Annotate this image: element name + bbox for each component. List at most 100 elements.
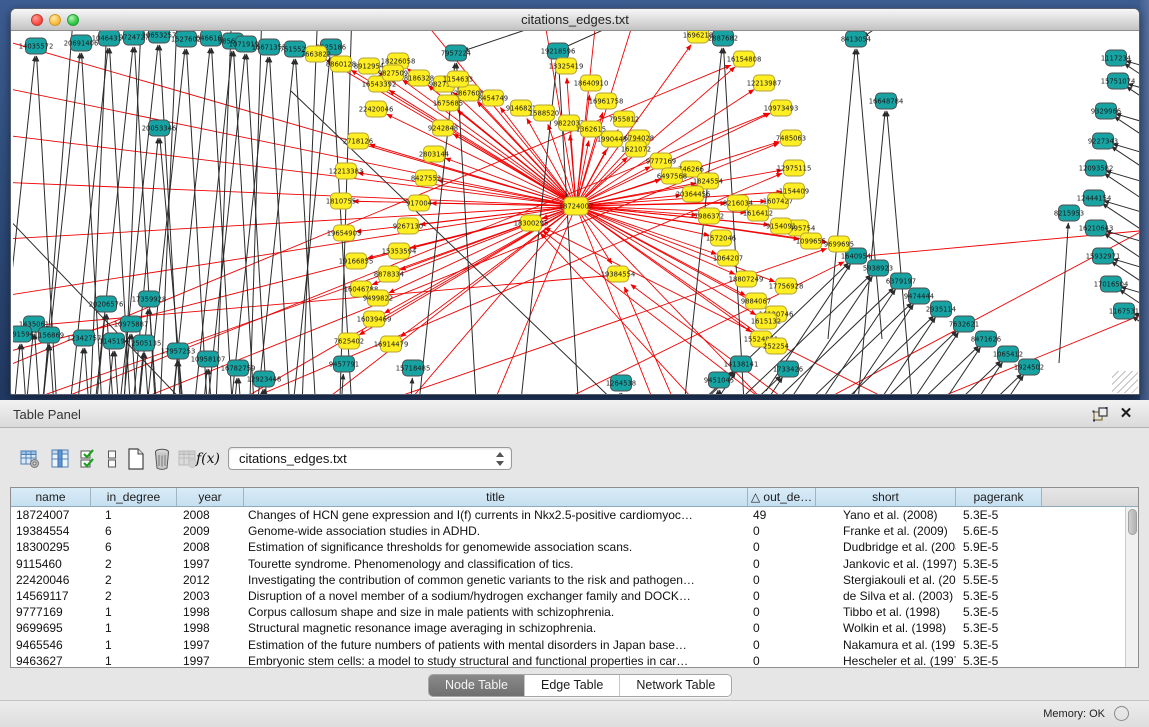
table-settings-icon[interactable] [18, 446, 42, 472]
table-cell[interactable]: 1997 [177, 637, 244, 653]
table-cell[interactable]: 5.3E-5 [956, 653, 1042, 667]
table-cell[interactable]: 5.9E-5 [956, 539, 1042, 555]
table-cell[interactable]: Structural magnetic resonance image aver… [244, 620, 748, 636]
table-cell[interactable]: 0 [748, 523, 816, 539]
scrollbar-thumb[interactable] [1128, 509, 1137, 535]
delete-icon[interactable] [150, 446, 174, 472]
table-cell[interactable]: 1 [91, 653, 177, 667]
table-cell[interactable]: 49 [748, 507, 816, 523]
table-cell[interactable]: 9777169 [11, 604, 91, 620]
table-selector-dropdown[interactable]: citations_edges.txt [228, 447, 512, 470]
column-header-title[interactable]: title [244, 488, 748, 506]
table-cell[interactable]: 0 [748, 604, 816, 620]
column-header-out_de[interactable]: △ out_de… [748, 488, 816, 506]
table-cell[interactable]: 1 [91, 620, 177, 636]
close-panel-icon[interactable]: ✕ [1117, 406, 1135, 422]
citation-network-graph[interactable]: 1403557220691406104643109724727106532571… [13, 31, 1139, 394]
table-row[interactable]: 969969511998Structural magnetic resonanc… [11, 620, 1125, 636]
table-row[interactable]: 946362711997Embryonic stem cells: a mode… [11, 653, 1125, 667]
table-cell[interactable]: Estimation of the future numbers of pati… [244, 637, 748, 653]
column-header-short[interactable]: short [816, 488, 956, 506]
table-cell[interactable]: Franke et al. (2009) [816, 523, 956, 539]
tab-edge-table[interactable]: Edge Table [524, 675, 619, 696]
table-cell[interactable]: Wolkin et al. (1998) [816, 620, 956, 636]
table-cell[interactable]: Changes of HCN gene expression and I(f) … [244, 507, 748, 523]
table-cell[interactable]: 0 [748, 588, 816, 604]
table-cell[interactable]: Dudbridge et al. (2008) [816, 539, 956, 555]
table-cell[interactable]: 0 [748, 620, 816, 636]
table-cell[interactable]: Corpus callosum shape and size in male p… [244, 604, 748, 620]
table-cell[interactable]: 5.6E-5 [956, 523, 1042, 539]
table-cell[interactable]: Stergiakouli et al. (2012) [816, 572, 956, 588]
table-cell[interactable]: Estimation of significance thresholds fo… [244, 539, 748, 555]
table-row[interactable]: 2242004622012Investigating the contribut… [11, 572, 1125, 588]
table-cell[interactable]: 2012 [177, 572, 244, 588]
table-cell[interactable]: 2008 [177, 539, 244, 555]
row-merge-icon[interactable] [100, 446, 124, 472]
table-cell[interactable]: 2009 [177, 523, 244, 539]
table-cell[interactable]: 2 [91, 556, 177, 572]
table-cell[interactable]: 1 [91, 637, 177, 653]
table-cell[interactable]: 2 [91, 572, 177, 588]
table-cell[interactable]: 5.3E-5 [956, 556, 1042, 572]
table-cell[interactable]: 5.3E-5 [956, 604, 1042, 620]
table-cell[interactable]: Hescheler et al. (1997) [816, 653, 956, 667]
tab-node-table[interactable]: Node Table [429, 675, 524, 696]
table-cell[interactable]: 18300295 [11, 539, 91, 555]
table-cell[interactable]: 1 [91, 507, 177, 523]
table-cell[interactable]: 2008 [177, 507, 244, 523]
table-row[interactable]: 1938455462009Genome-wide association stu… [11, 523, 1125, 539]
network-canvas[interactable]: 1403557220691406104643109724727106532571… [13, 31, 1139, 394]
table-row[interactable]: 1872400712008Changes of HCN gene express… [11, 507, 1125, 523]
table-cell[interactable]: 0 [748, 653, 816, 667]
table-cell[interactable]: 1997 [177, 653, 244, 667]
table-row[interactable]: 977716911998Corpus callosum shape and si… [11, 604, 1125, 620]
table-cell[interactable]: 14569117 [11, 588, 91, 604]
canvas-resize-grip[interactable] [1112, 371, 1138, 393]
table-cell[interactable]: 1997 [177, 556, 244, 572]
table-cell[interactable]: 18724007 [11, 507, 91, 523]
table-cell[interactable]: 9465546 [11, 637, 91, 653]
table-cell[interactable]: Jankovic et al. (1997) [816, 556, 956, 572]
table-row[interactable]: 1456911722003Disruption of a novel membe… [11, 588, 1125, 604]
table-cell[interactable]: 5.3E-5 [956, 637, 1042, 653]
table-cell[interactable]: 19384554 [11, 523, 91, 539]
column-header-in_degree[interactable]: in_degree [91, 488, 177, 506]
table-cell[interactable]: 1998 [177, 620, 244, 636]
table-cell[interactable]: 6 [91, 539, 177, 555]
function-builder-icon[interactable]: f(x) [196, 446, 220, 472]
table-cell[interactable]: 6 [91, 523, 177, 539]
column-header-year[interactable]: year [177, 488, 244, 506]
table-cell[interactable]: 5.3E-5 [956, 588, 1042, 604]
table-cell[interactable]: Investigating the contribution of common… [244, 572, 748, 588]
table-cell[interactable]: Yano et al. (2008) [816, 507, 956, 523]
table-cell[interactable]: Disruption of a novel member of a sodium… [244, 588, 748, 604]
table-cell[interactable]: Tourette syndrome. Phenomenology and cla… [244, 556, 748, 572]
network-window-titlebar[interactable]: citations_edges.txt [11, 9, 1139, 31]
network-view-window[interactable]: citations_edges.txt 14035572206914061046… [10, 8, 1140, 395]
column-header-name[interactable]: name [11, 488, 91, 506]
select-column-icon[interactable] [48, 446, 72, 472]
tab-network-table[interactable]: Network Table [619, 675, 731, 696]
table-cell[interactable]: Nakamura et al. (1997) [816, 637, 956, 653]
table-cell[interactable]: 2003 [177, 588, 244, 604]
table-cell[interactable]: 2 [91, 588, 177, 604]
check-selection-icon[interactable] [76, 446, 100, 472]
table-cell[interactable]: 0 [748, 539, 816, 555]
new-document-icon[interactable] [124, 446, 148, 472]
table-cell[interactable]: 9115460 [11, 556, 91, 572]
table-vertical-scrollbar[interactable] [1125, 507, 1138, 667]
table-cell[interactable]: 5.3E-5 [956, 507, 1042, 523]
table-cell[interactable]: Genome-wide association studies in ADHD. [244, 523, 748, 539]
table-row[interactable]: 911546021997Tourette syndrome. Phenomeno… [11, 556, 1125, 572]
table-cell[interactable]: 0 [748, 556, 816, 572]
table-cell[interactable]: de Silva et al. (2003) [816, 588, 956, 604]
table-cell[interactable]: 5.3E-5 [956, 620, 1042, 636]
table-cell[interactable]: 9463627 [11, 653, 91, 667]
table-cell[interactable]: 5.5E-5 [956, 572, 1042, 588]
table-row[interactable]: 1830029562008Estimation of significance … [11, 539, 1125, 555]
table-row[interactable]: 946554611997Estimation of the future num… [11, 637, 1125, 653]
column-header-pagerank[interactable]: pagerank [956, 488, 1042, 506]
table-cell[interactable]: 1 [91, 604, 177, 620]
table-cell[interactable]: Tibbo et al. (1998) [816, 604, 956, 620]
